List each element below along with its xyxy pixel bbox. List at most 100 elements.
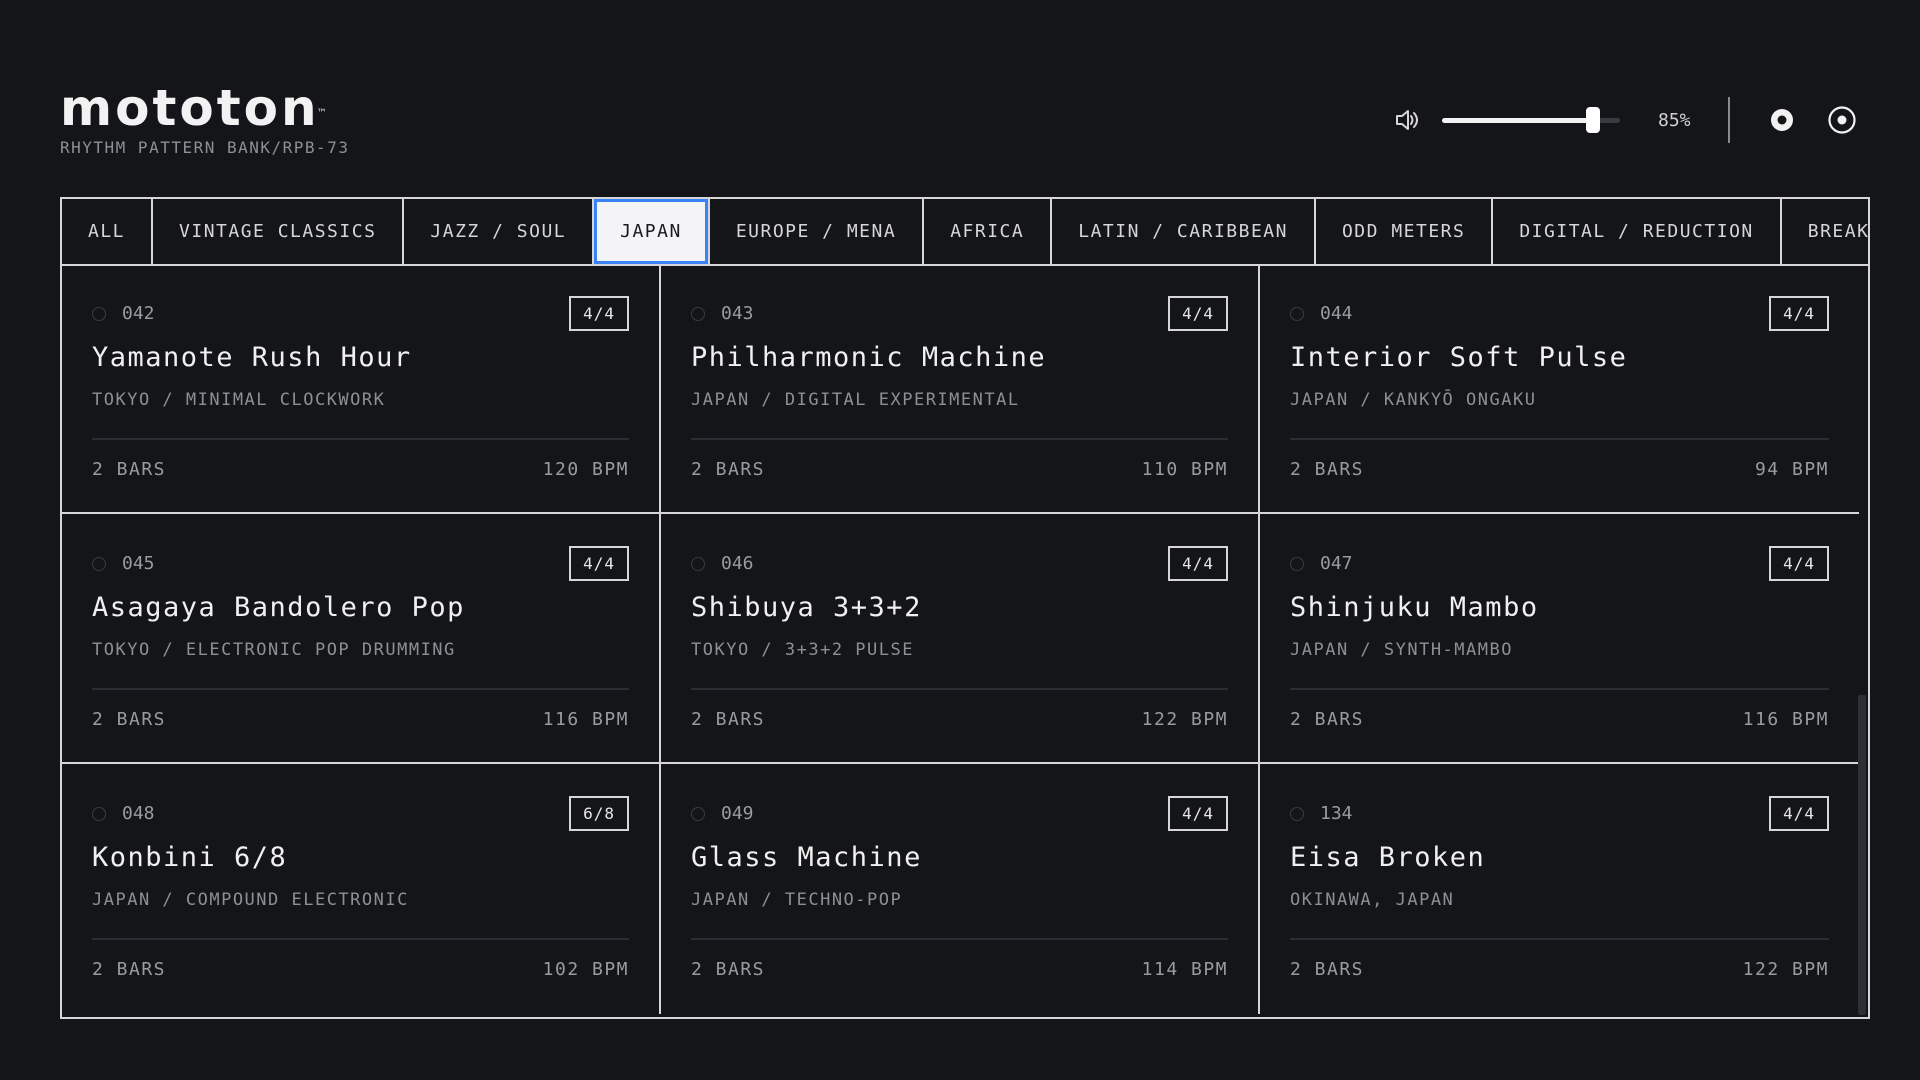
volume-slider[interactable] [1442, 105, 1620, 135]
card-footer: 2 BARS 122 BPM [691, 709, 1228, 730]
speaker-icon[interactable] [1392, 105, 1422, 135]
pattern-bpm: 120 BPM [542, 459, 629, 480]
card-divider [691, 688, 1228, 690]
pattern-subtitle: TOKYO / ELECTRONIC POP DRUMMING [92, 640, 456, 660]
tab-odd-meters[interactable]: ODD METERS [1316, 199, 1494, 264]
status-dot-icon [92, 306, 106, 321]
volume-slider-thumb[interactable] [1586, 107, 1601, 133]
pattern-bars: 2 BARS [691, 459, 766, 480]
pattern-number-text: 049 [721, 803, 754, 824]
card-header: 134 4/4 [1290, 796, 1829, 831]
brand: mototon ™ RHYTHM PATTERN BANK/RPB-73 [60, 80, 349, 157]
pattern-number: 047 [1290, 553, 1353, 574]
tab-breaks[interactable]: BREAKS [1782, 199, 1868, 264]
pattern-number-text: 042 [122, 303, 155, 324]
pattern-card[interactable]: 044 4/4 Interior Soft Pulse JAPAN / KANK… [1260, 264, 1859, 514]
pattern-title: Shibuya 3+3+2 [691, 592, 922, 623]
tab-latin-caribbean[interactable]: LATIN / CARIBBEAN [1052, 199, 1316, 264]
volume-value: 85% [1658, 109, 1691, 131]
pattern-bars: 2 BARS [92, 959, 167, 980]
pattern-number: 049 [691, 803, 754, 824]
pattern-bpm: 114 BPM [1141, 959, 1228, 980]
time-signature-badge: 4/4 [1168, 796, 1228, 831]
tab-digital-reduction[interactable]: DIGITAL / REDUCTION [1493, 199, 1782, 264]
card-header: 044 4/4 [1290, 296, 1829, 331]
pattern-bars: 2 BARS [1290, 959, 1365, 980]
pattern-card[interactable]: 046 4/4 Shibuya 3+3+2 TOKYO / 3+3+2 PULS… [661, 514, 1260, 764]
card-footer: 2 BARS 122 BPM [1290, 959, 1829, 980]
tab-europe-mena[interactable]: EUROPE / MENA [710, 199, 925, 264]
pattern-bpm: 116 BPM [542, 709, 629, 730]
pattern-title: Konbini 6/8 [92, 842, 288, 873]
pattern-card[interactable]: 047 4/4 Shinjuku Mambo JAPAN / SYNTH-MAM… [1260, 514, 1859, 764]
pattern-bars: 2 BARS [92, 459, 167, 480]
pattern-grid: 042 4/4 Yamanote Rush Hour TOKYO / MINIM… [60, 264, 1870, 1019]
time-signature-badge: 6/8 [569, 796, 629, 831]
pattern-card[interactable]: 049 4/4 Glass Machine JAPAN / TECHNO-POP… [661, 764, 1260, 1014]
pattern-number: 046 [691, 553, 754, 574]
pattern-number: 045 [92, 553, 155, 574]
pattern-title: Yamanote Rush Hour [92, 342, 412, 373]
status-dot-icon [92, 556, 106, 571]
pattern-subtitle: JAPAN / TECHNO-POP [691, 890, 903, 910]
app-subtitle: RHYTHM PATTERN BANK/RPB-73 [60, 138, 350, 157]
pattern-number-text: 134 [1320, 803, 1353, 824]
pattern-number: 042 [92, 303, 155, 324]
card-divider [1290, 938, 1829, 940]
grid-scrollbar[interactable] [1858, 695, 1866, 1015]
pattern-subtitle: JAPAN / KANKYŌ ONGAKU [1290, 390, 1537, 410]
pattern-number-text: 044 [1320, 303, 1353, 324]
card-header: 048 6/8 [92, 796, 629, 831]
pattern-title: Asagaya Bandolero Pop [92, 592, 465, 623]
app-logo: mototon ™ [60, 80, 327, 136]
tab-all[interactable]: ALL [62, 199, 154, 264]
status-dot-icon [691, 806, 705, 821]
tab-jazz-soul[interactable]: JAZZ / SOUL [404, 199, 595, 264]
time-signature-badge: 4/4 [1769, 296, 1829, 331]
tab-africa[interactable]: AFRICA [924, 199, 1053, 264]
pattern-title: Interior Soft Pulse [1290, 342, 1628, 373]
category-tabs: ALL VINTAGE CLASSICS JAZZ / SOUL JAPAN E… [60, 197, 1870, 266]
pattern-card[interactable]: 042 4/4 Yamanote Rush Hour TOKYO / MINIM… [62, 264, 661, 514]
pattern-number-text: 046 [721, 553, 754, 574]
pattern-subtitle: TOKYO / 3+3+2 PULSE [691, 640, 914, 660]
pattern-subtitle: OKINAWA, JAPAN [1290, 890, 1455, 910]
time-signature-badge: 4/4 [569, 296, 629, 331]
card-divider [1290, 438, 1829, 440]
pattern-number: 048 [92, 803, 155, 824]
pattern-card[interactable]: 043 4/4 Philharmonic Machine JAPAN / DIG… [661, 264, 1260, 514]
status-dot-icon [1290, 306, 1304, 321]
pattern-bpm: 110 BPM [1141, 459, 1228, 480]
card-footer: 2 BARS 116 BPM [92, 709, 629, 730]
time-signature-badge: 4/4 [1168, 546, 1228, 581]
card-divider [691, 938, 1228, 940]
pattern-card[interactable]: 048 6/8 Konbini 6/8 JAPAN / COMPOUND ELE… [62, 764, 661, 1014]
status-dot-icon [691, 556, 705, 571]
pattern-bpm: 116 BPM [1742, 709, 1829, 730]
card-footer: 2 BARS 120 BPM [92, 459, 629, 480]
controls-divider [1728, 97, 1730, 143]
time-signature-badge: 4/4 [1769, 546, 1829, 581]
pattern-number: 043 [691, 303, 754, 324]
pattern-title: Shinjuku Mambo [1290, 592, 1539, 623]
card-divider [92, 688, 629, 690]
status-dot-icon [1290, 556, 1304, 571]
pattern-bpm: 122 BPM [1141, 709, 1228, 730]
card-header: 043 4/4 [691, 296, 1228, 331]
card-footer: 2 BARS 110 BPM [691, 459, 1228, 480]
pattern-card[interactable]: 134 4/4 Eisa Broken OKINAWA, JAPAN 2 BAR… [1260, 764, 1859, 1014]
card-header: 045 4/4 [92, 546, 629, 581]
tab-vintage-classics[interactable]: VINTAGE CLASSICS [153, 199, 405, 264]
status-dot-icon [1290, 806, 1304, 821]
time-signature-badge: 4/4 [1168, 296, 1228, 331]
pattern-bpm: 94 BPM [1754, 459, 1829, 480]
pattern-card[interactable]: 045 4/4 Asagaya Bandolero Pop TOKYO / EL… [62, 514, 661, 764]
record-icon[interactable] [1764, 102, 1800, 138]
target-icon[interactable] [1824, 102, 1860, 138]
pattern-title: Glass Machine [691, 842, 922, 873]
card-footer: 2 BARS 102 BPM [92, 959, 629, 980]
status-dot-icon [691, 306, 705, 321]
status-dot-icon [92, 806, 106, 821]
header-controls: 85% [1392, 96, 1860, 144]
tab-japan[interactable]: JAPAN [594, 199, 710, 264]
